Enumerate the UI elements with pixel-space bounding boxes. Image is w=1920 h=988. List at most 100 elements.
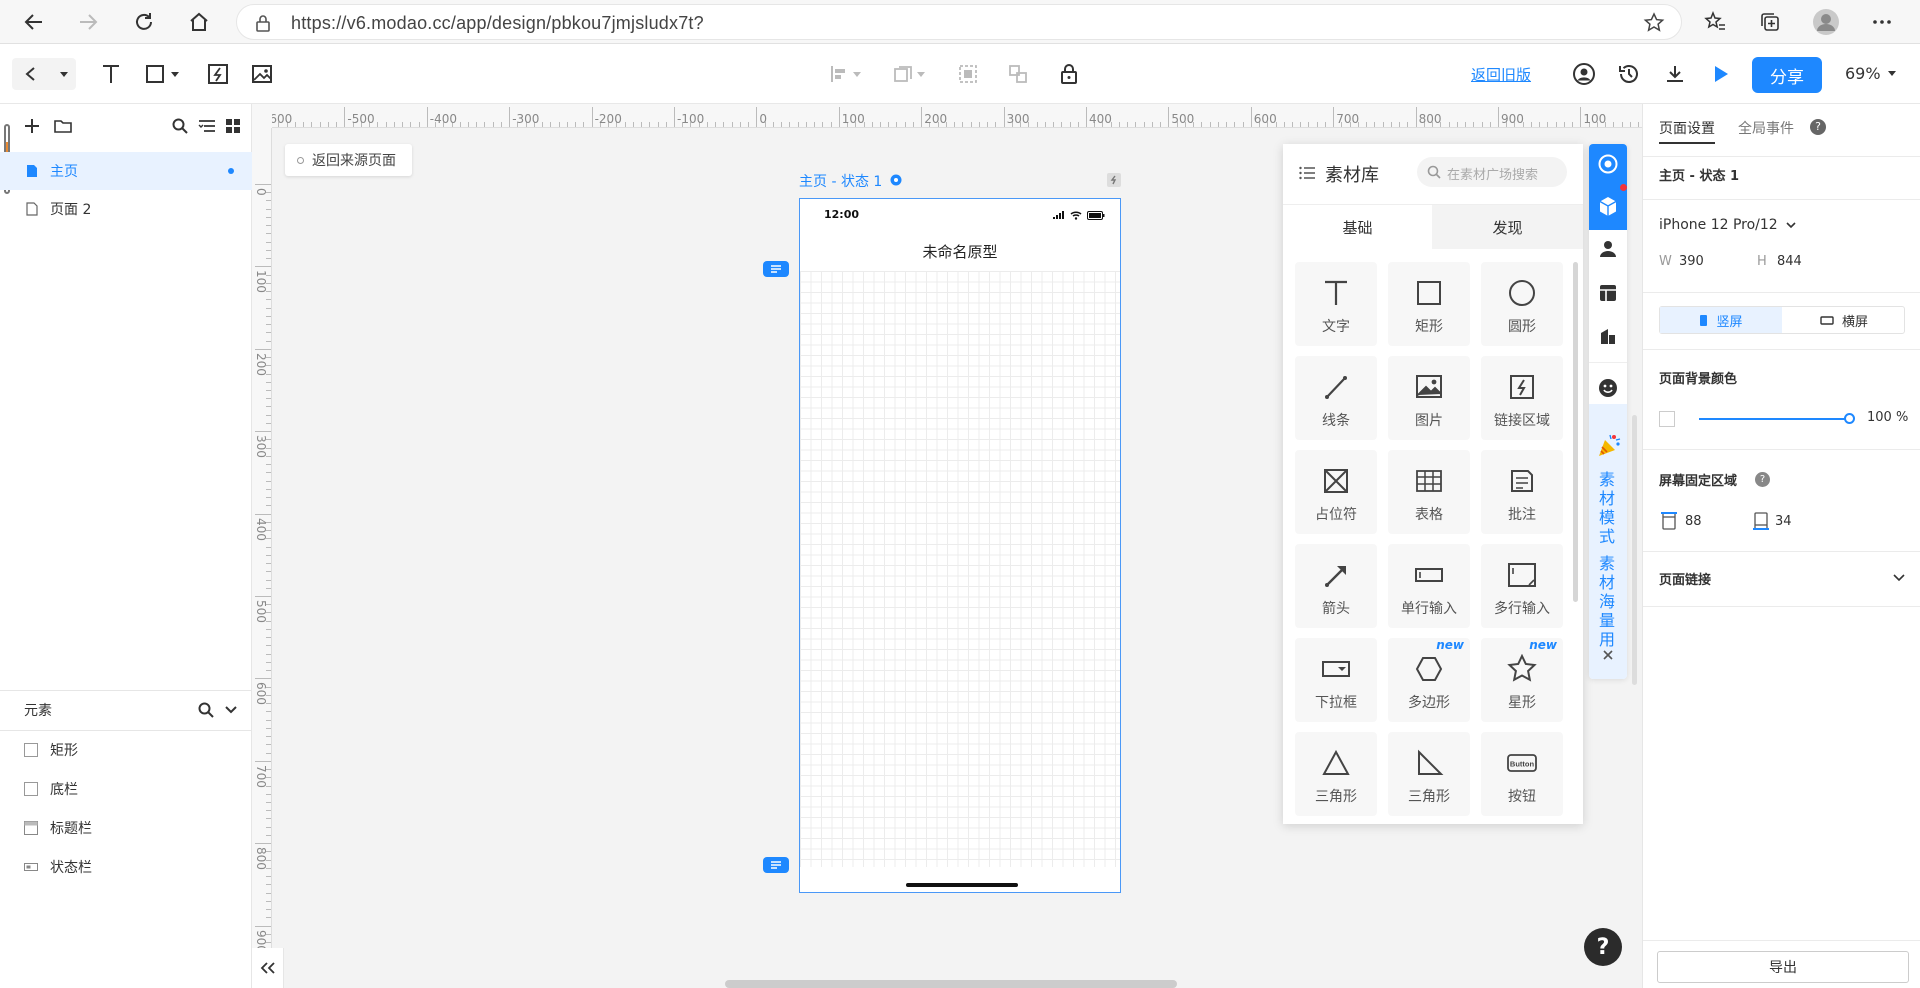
material-item-star[interactable]: 星形 new: [1481, 638, 1563, 722]
canvas-h-scrollbar[interactable]: [725, 980, 1177, 988]
profile-avatar-icon[interactable]: [1810, 6, 1842, 38]
cube-icon[interactable]: [1598, 196, 1618, 218]
help-icon[interactable]: ?: [1755, 472, 1770, 487]
close-icon[interactable]: [1602, 649, 1614, 661]
favorites-icon[interactable]: [1699, 6, 1731, 38]
landscape-button[interactable]: 横屏: [1783, 307, 1905, 333]
layout-template-icon[interactable]: [1599, 284, 1617, 302]
back-to-old-version-link[interactable]: 返回旧版: [1471, 64, 1531, 85]
material-item-right-triangle[interactable]: 三角形: [1388, 732, 1470, 816]
opacity-value[interactable]: 100 %: [1867, 410, 1908, 425]
page-item-home[interactable]: 主页: [0, 152, 252, 190]
history-icon[interactable]: [1615, 60, 1643, 88]
add-page-icon[interactable]: [24, 118, 40, 134]
text-tool-icon[interactable]: [98, 60, 124, 88]
material-item-rect[interactable]: 矩形: [1388, 262, 1470, 346]
top-fixed-marker-icon[interactable]: [763, 261, 789, 277]
target-icon[interactable]: [1598, 154, 1618, 174]
element-item-rect[interactable]: 矩形: [24, 738, 78, 762]
user-icon[interactable]: [1599, 240, 1617, 258]
link-area-tool-icon[interactable]: [204, 60, 232, 88]
bottom-fixed-marker-icon[interactable]: [763, 857, 789, 873]
material-item-circle[interactable]: 圆形: [1481, 262, 1563, 346]
back-arrow-icon[interactable]: [18, 6, 50, 38]
collections-icon[interactable]: [1754, 6, 1786, 38]
opacity-slider-handle[interactable]: [1844, 413, 1855, 424]
tab-basic[interactable]: 基础: [1283, 205, 1432, 249]
frame-label[interactable]: 主页 - 状态 1: [799, 171, 882, 191]
material-item-note[interactable]: 批注: [1481, 450, 1563, 534]
tab-page-settings[interactable]: 页面设置: [1659, 118, 1715, 138]
opacity-slider-track[interactable]: [1699, 418, 1849, 420]
material-item-input[interactable]: 单行输入: [1388, 544, 1470, 628]
layer-order-icon[interactable]: [890, 60, 930, 88]
element-item-status-bar[interactable]: 状态栏: [24, 855, 92, 879]
back-menu-button[interactable]: [12, 58, 76, 90]
material-item-link-area[interactable]: 链接区域: [1481, 356, 1563, 440]
material-item-placeholder[interactable]: 占位符: [1295, 450, 1377, 534]
zoom-level[interactable]: 69%: [1845, 64, 1881, 83]
group-icon[interactable]: [954, 60, 982, 88]
fixed-top-value[interactable]: 88: [1685, 514, 1702, 529]
add-folder-icon[interactable]: [54, 118, 72, 134]
material-item-text[interactable]: 文字: [1295, 262, 1377, 346]
element-item-title-bar[interactable]: 标题栏: [24, 816, 92, 840]
tab-global-events[interactable]: 全局事件: [1738, 118, 1794, 138]
element-item-bottom-bar[interactable]: 底栏: [24, 777, 78, 801]
material-item-table[interactable]: 表格: [1388, 450, 1470, 534]
bg-color-swatch[interactable]: [1659, 411, 1675, 427]
material-item-select[interactable]: 下拉框: [1295, 638, 1377, 722]
lock-tool-icon[interactable]: [1055, 60, 1083, 88]
forward-arrow-icon[interactable]: [72, 6, 104, 38]
elements-search-icon[interactable]: [198, 702, 214, 718]
frame-link-icon[interactable]: [1107, 173, 1121, 187]
ungroup-icon[interactable]: [1004, 60, 1032, 88]
list-view-icon[interactable]: [198, 118, 216, 134]
more-menu-icon[interactable]: [1866, 6, 1898, 38]
smiley-icon[interactable]: [1598, 378, 1618, 398]
grid-view-icon[interactable]: [225, 118, 241, 134]
canvas-v-scrollbar[interactable]: [1632, 415, 1637, 685]
material-item-polygon[interactable]: 多边形 new: [1388, 638, 1470, 722]
width-input[interactable]: 390: [1679, 254, 1704, 269]
page-link-title[interactable]: 页面链接: [1659, 569, 1711, 588]
device-select[interactable]: iPhone 12 Pro/12: [1659, 217, 1796, 233]
zoom-dropdown-icon[interactable]: [1886, 68, 1898, 80]
tab-discover[interactable]: 发现: [1432, 205, 1583, 249]
phone-frame[interactable]: 12:00 未命名原型: [799, 198, 1121, 893]
export-button[interactable]: 导出: [1657, 951, 1909, 983]
frame-settings-icon[interactable]: [890, 174, 902, 186]
material-item-textarea[interactable]: 多行输入: [1481, 544, 1563, 628]
address-bar[interactable]: https://v6.modao.cc/app/design/pbkou7jmj…: [236, 4, 1682, 40]
building-icon[interactable]: [1599, 327, 1617, 345]
ruler-label: 400: [254, 517, 268, 541]
share-button[interactable]: 分享: [1752, 57, 1822, 93]
height-input[interactable]: 844: [1777, 254, 1802, 269]
chevron-down-icon[interactable]: [1893, 574, 1905, 582]
help-icon[interactable]: ?: [1810, 119, 1826, 135]
home-icon[interactable]: [183, 6, 215, 38]
chevron-down-icon[interactable]: [224, 704, 238, 716]
page-item-page-2[interactable]: 页面 2: [0, 190, 252, 228]
material-item-line[interactable]: 线条: [1295, 356, 1377, 440]
scrollbar[interactable]: [1573, 262, 1578, 602]
favorite-add-icon[interactable]: [1643, 12, 1665, 34]
help-button[interactable]: ?: [1584, 928, 1622, 966]
material-item-arrow[interactable]: 箭头: [1295, 544, 1377, 628]
material-search-input[interactable]: 在素材广场搜索: [1417, 157, 1567, 187]
shape-tool-icon[interactable]: [144, 60, 184, 88]
user-circle-icon[interactable]: [1570, 60, 1598, 88]
search-icon[interactable]: [172, 118, 188, 134]
image-tool-icon[interactable]: [248, 60, 276, 88]
download-icon[interactable]: [1661, 60, 1689, 88]
portrait-button[interactable]: 竖屏: [1660, 307, 1782, 333]
fixed-bottom-value[interactable]: 34: [1775, 514, 1792, 529]
reload-icon[interactable]: [128, 6, 160, 38]
align-tool-icon[interactable]: [828, 60, 868, 88]
collapse-panel-icon[interactable]: [252, 948, 284, 988]
material-item-image[interactable]: 图片: [1388, 356, 1470, 440]
back-to-source-button[interactable]: 返回来源页面: [285, 144, 412, 176]
material-item-triangle[interactable]: 三角形: [1295, 732, 1377, 816]
material-item-button[interactable]: Button 按钮: [1481, 732, 1563, 816]
play-preview-icon[interactable]: [1707, 60, 1735, 88]
